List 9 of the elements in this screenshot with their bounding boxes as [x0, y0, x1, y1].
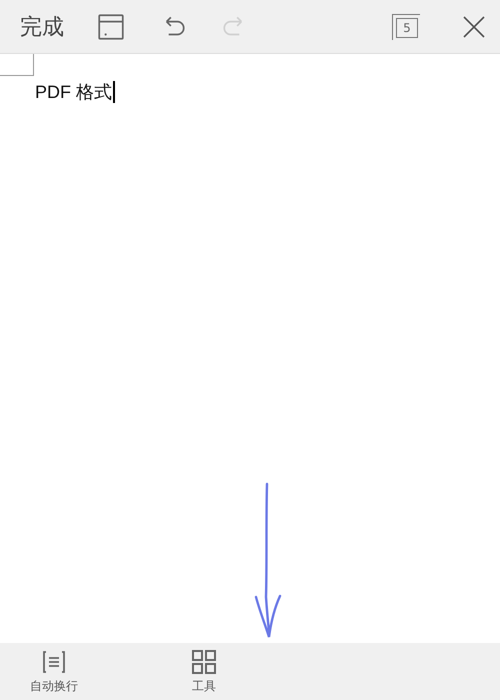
margin-corner-mark	[0, 54, 34, 76]
save-icon[interactable]	[96, 12, 126, 42]
close-icon[interactable]	[462, 14, 486, 38]
done-button[interactable]: 完成	[20, 12, 64, 42]
bottom-tool-button[interactable]: 自动换行	[25, 643, 83, 700]
grid-icon	[190, 648, 218, 676]
document-text: PDF 格式	[35, 81, 112, 104]
wrap-icon	[40, 648, 68, 676]
bottom-tool-button[interactable]: 工具	[185, 643, 223, 700]
